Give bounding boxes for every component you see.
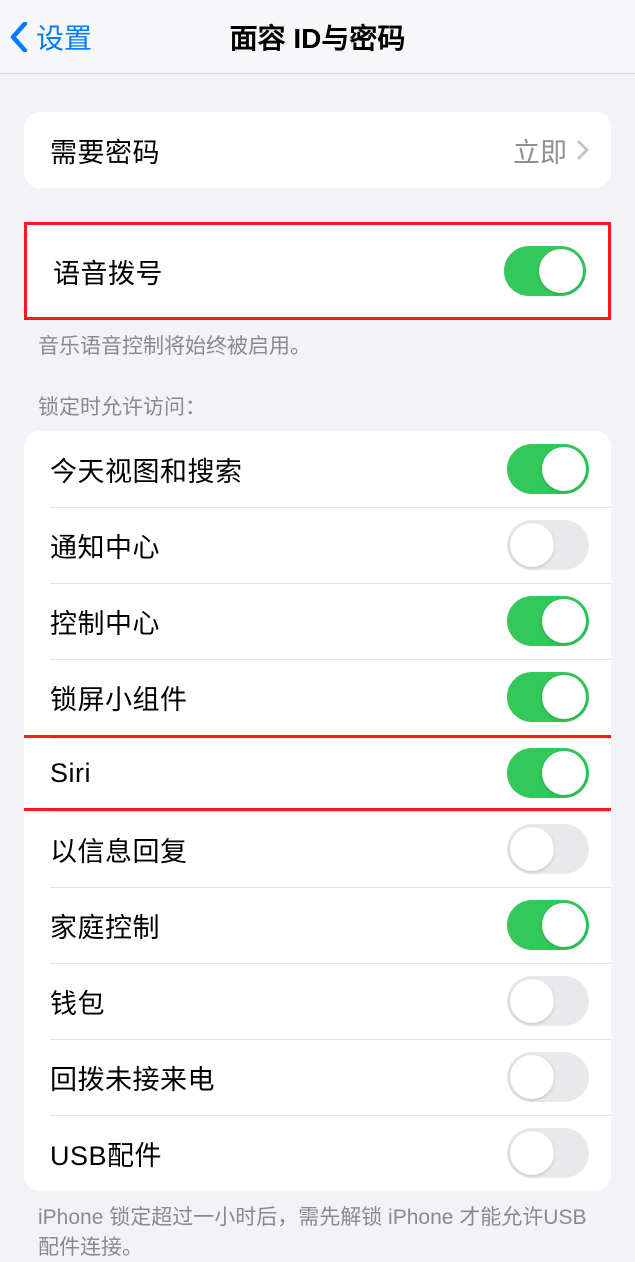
access-row-label: 以信息回复 xyxy=(50,830,188,869)
access-row-label: 家庭控制 xyxy=(50,906,160,945)
require-passcode-row[interactable]: 需要密码 立即 xyxy=(24,112,611,188)
access-row-label: 今天视图和搜索 xyxy=(50,450,243,489)
page-title: 面容 ID与密码 xyxy=(0,17,635,57)
access-list: 今天视图和搜索通知中心控制中心锁屏小组件 Siri 以信息回复家庭控制钱包回拨未接来… xyxy=(24,431,611,1191)
access-toggle-5[interactable] xyxy=(507,824,589,874)
access-toggle-8[interactable] xyxy=(507,1052,589,1102)
access-header: 锁定时允许访问： xyxy=(0,391,635,431)
voice-dial-toggle[interactable] xyxy=(504,246,586,296)
access-row-1: 通知中心 xyxy=(24,507,611,583)
require-passcode-label: 需要密码 xyxy=(50,131,160,170)
access-row-label: Siri xyxy=(50,758,91,789)
access-toggle-3[interactable] xyxy=(507,672,589,722)
access-toggle-7[interactable] xyxy=(507,976,589,1026)
access-row-2: 控制中心 xyxy=(24,583,611,659)
access-row-9: USB配件 xyxy=(24,1115,611,1191)
access-row-6: 家庭控制 xyxy=(24,887,611,963)
voice-dial-row: 语音拨号 xyxy=(27,225,608,317)
access-toggle-9[interactable] xyxy=(507,1128,589,1178)
back-label: 设置 xyxy=(36,17,92,57)
access-toggle-4[interactable] xyxy=(507,748,589,798)
access-row-5: 以信息回复 xyxy=(24,811,611,887)
access-row-label: 通知中心 xyxy=(50,526,160,565)
access-toggle-6[interactable] xyxy=(507,900,589,950)
voice-dial-label: 语音拨号 xyxy=(53,252,163,291)
access-row-label: 回拨未接来电 xyxy=(50,1058,215,1097)
access-toggle-0[interactable] xyxy=(507,444,589,494)
access-row-8: 回拨未接来电 xyxy=(24,1039,611,1115)
require-passcode-group: 需要密码 立即 xyxy=(24,112,611,188)
nav-bar: 设置 面容 ID与密码 xyxy=(0,0,635,74)
access-row-label: 锁屏小组件 xyxy=(50,678,188,717)
voice-dial-group: 语音拨号 xyxy=(24,222,611,320)
usb-footer: iPhone 锁定超过一小时后，需先解锁 iPhone 才能允许USB 配件连接… xyxy=(0,1191,635,1262)
access-row-label: 控制中心 xyxy=(50,602,160,641)
access-toggle-2[interactable] xyxy=(507,596,589,646)
access-row-4: Siri xyxy=(24,735,611,811)
access-row-label: USB配件 xyxy=(50,1134,162,1173)
access-toggle-1[interactable] xyxy=(507,520,589,570)
chevron-right-icon xyxy=(577,140,589,160)
access-row-0: 今天视图和搜索 xyxy=(24,431,611,507)
access-row-3: 锁屏小组件 xyxy=(24,659,611,735)
back-button[interactable]: 设置 xyxy=(0,17,92,57)
voice-dial-footer: 音乐语音控制将始终被启用。 xyxy=(0,320,635,361)
access-row-7: 钱包 xyxy=(24,963,611,1039)
access-row-label: 钱包 xyxy=(50,982,105,1021)
require-passcode-value: 立即 xyxy=(513,131,567,170)
chevron-left-icon xyxy=(10,22,28,52)
